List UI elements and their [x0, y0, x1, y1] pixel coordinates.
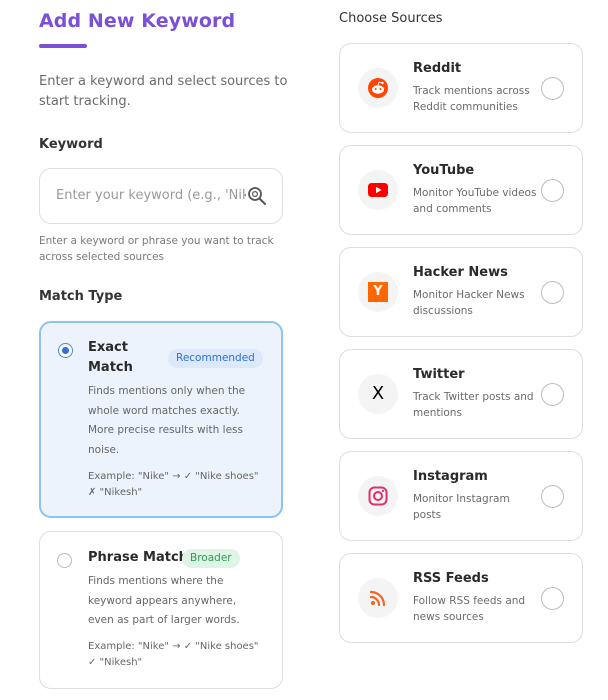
instagram-icon [358, 476, 398, 516]
recommended-badge: Recommended [168, 349, 263, 368]
broader-badge: Broader [182, 549, 240, 568]
source-name: Instagram [413, 469, 488, 484]
intro-text: Enter a keyword and select sources to st… [39, 74, 288, 109]
title-underline [39, 44, 87, 48]
source-description: Track Twitter posts and mentions [413, 391, 534, 419]
phrase-match-description: Finds mentions where the keyword appears… [88, 575, 240, 626]
source-radio[interactable] [541, 383, 564, 406]
source-card-instagram[interactable]: Instagram Monitor Instagram posts [339, 451, 583, 541]
source-card-twitter[interactable]: X Twitter Track Twitter posts and mentio… [339, 349, 583, 439]
source-description: Monitor Hacker News discussions [413, 289, 525, 317]
match-type-label: Match Type [39, 289, 123, 304]
source-card-rss[interactable]: RSS Feeds Follow RSS feeds and news sour… [339, 553, 583, 643]
sources-heading: Choose Sources [339, 11, 443, 26]
source-description: Follow RSS feeds and news sources [413, 595, 526, 623]
youtube-icon [358, 170, 398, 210]
source-radio[interactable] [541, 281, 564, 304]
source-name: Hacker News [413, 265, 508, 280]
source-description: Monitor Instagram posts [413, 493, 510, 521]
keyword-field[interactable] [39, 168, 283, 224]
exact-match-example: Example: "Nike" → ✓ "Nike shoes" ✗ "Nike… [88, 471, 259, 498]
keyword-input[interactable] [56, 169, 246, 222]
match-option-phrase[interactable]: Phrase Match Broader Finds mentions wher… [39, 531, 283, 689]
hacker-news-icon: Y [358, 272, 398, 312]
source-name: YouTube [413, 163, 475, 178]
page-title: Add New Keyword [39, 10, 236, 32]
source-description: Track mentions across Reddit communities [413, 85, 530, 113]
rss-icon [358, 578, 398, 618]
keyword-label: Keyword [39, 137, 103, 152]
source-name: Twitter [413, 367, 465, 382]
exact-match-title: Exact Match [88, 340, 133, 375]
source-radio[interactable] [541, 587, 564, 610]
phrase-match-radio[interactable] [57, 553, 72, 568]
reddit-icon [358, 68, 398, 108]
source-name: Reddit [413, 61, 462, 76]
source-radio[interactable] [541, 77, 564, 100]
phrase-match-title: Phrase Match [88, 550, 188, 565]
source-card-youtube[interactable]: YouTube Monitor YouTube videos and comme… [339, 145, 583, 235]
source-radio[interactable] [541, 179, 564, 202]
source-card-reddit[interactable]: Reddit Track mentions across Reddit comm… [339, 43, 583, 133]
match-option-exact[interactable]: Exact Match Recommended Finds mentions o… [39, 321, 283, 518]
search-icon[interactable] [247, 186, 267, 206]
phrase-match-example: Example: "Nike" → ✓ "Nike shoes" ✓ "Nike… [88, 641, 259, 668]
keyword-helper-text: Enter a keyword or phrase you want to tr… [39, 235, 274, 263]
source-description: Monitor YouTube videos and comments [413, 187, 537, 215]
source-radio[interactable] [541, 485, 564, 508]
source-name: RSS Feeds [413, 571, 489, 586]
exact-match-description: Finds mentions only when the whole word … [88, 385, 246, 456]
exact-match-radio[interactable] [58, 343, 73, 358]
x-twitter-icon: X [358, 374, 398, 414]
source-card-hacker-news[interactable]: Y Hacker News Monitor Hacker News discus… [339, 247, 583, 337]
